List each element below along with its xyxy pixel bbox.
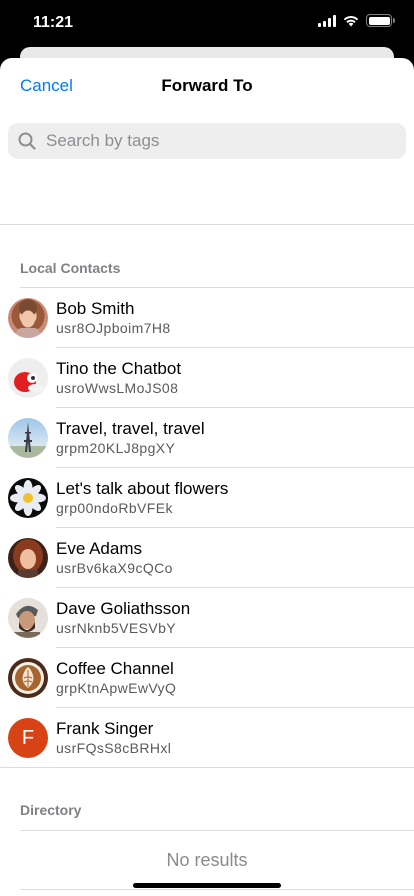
contact-name: Tino the Chatbot <box>56 358 182 378</box>
avatar <box>8 358 48 398</box>
search-bar[interactable] <box>8 123 406 159</box>
contact-name: Frank Singer <box>56 718 154 738</box>
page-title: Forward To <box>161 76 253 95</box>
contact-name: Let's talk about flowers <box>56 478 229 498</box>
contact-row-bob-smith[interactable]: Bob Smith usr8OJpboim7H8 <box>0 288 414 348</box>
contact-row-frank-singer[interactable]: F Frank Singer usrFQsS8cBRHxl <box>0 708 414 768</box>
contact-row-coffee-channel[interactable]: Coffee Channel grpKtnApwEwVyQ <box>0 648 414 708</box>
search-section <box>0 114 414 225</box>
status-icons <box>318 14 395 27</box>
avatar <box>8 598 48 638</box>
contact-id: usrNknb5VESVbY <box>56 619 176 636</box>
contact-id: grpKtnApwEwVyQ <box>56 679 177 696</box>
contact-id: grpm20KLJ8pgXY <box>56 439 176 456</box>
home-indicator[interactable] <box>133 883 281 888</box>
contact-name: Eve Adams <box>56 538 142 558</box>
contact-name: Bob Smith <box>56 298 135 318</box>
search-icon <box>16 130 38 152</box>
section-header-directory: Directory <box>20 768 414 831</box>
contact-id: usroWwsLMoJS08 <box>56 379 179 396</box>
contact-id: usrBv6kaX9cQCo <box>56 559 173 576</box>
section-header-local-contacts: Local Contacts <box>20 225 414 288</box>
contact-row-eve-adams[interactable]: Eve Adams usrBv6kaX9cQCo <box>0 528 414 588</box>
contact-row-tino-the-chatbot[interactable]: Tino the Chatbot usroWwsLMoJS08 <box>0 348 414 408</box>
avatar <box>8 478 48 518</box>
contact-row-flowers[interactable]: Let's talk about flowers grp00ndoRbVFEk <box>0 468 414 528</box>
contact-row-dave-goliathsson[interactable]: Dave Goliathsson usrNknb5VESVbY <box>0 588 414 648</box>
contact-name: Coffee Channel <box>56 658 174 678</box>
contact-row-travel[interactable]: Travel, travel, travel grpm20KLJ8pgXY <box>0 408 414 468</box>
avatar <box>8 538 48 578</box>
contact-id: usr8OJpboim7H8 <box>56 319 171 336</box>
contact-name: Dave Goliathsson <box>56 598 191 618</box>
avatar <box>8 298 48 338</box>
wifi-icon <box>343 16 359 27</box>
status-time: 11:21 <box>33 14 74 31</box>
avatar <box>8 658 48 698</box>
avatar <box>8 418 48 458</box>
avatar: F <box>8 718 48 758</box>
navigation-bar: Cancel Forward To <box>0 58 414 114</box>
avatar-letter: F <box>21 726 35 749</box>
battery-icon <box>366 14 395 27</box>
contact-id: usrFQsS8cBRHxl <box>56 739 172 756</box>
search-input[interactable] <box>46 131 386 151</box>
contact-list: Bob Smith usr8OJpboim7H8 Tino the Chatbo… <box>0 288 414 768</box>
status-bar: 11:21 <box>0 0 414 48</box>
contact-id: grp00ndoRbVFEk <box>56 499 173 516</box>
no-results-label: No results <box>20 831 414 890</box>
forward-sheet: Cancel Forward To Local Contacts <box>0 58 414 896</box>
cellular-signal-icon <box>318 14 336 27</box>
contact-name: Travel, travel, travel <box>56 418 205 438</box>
